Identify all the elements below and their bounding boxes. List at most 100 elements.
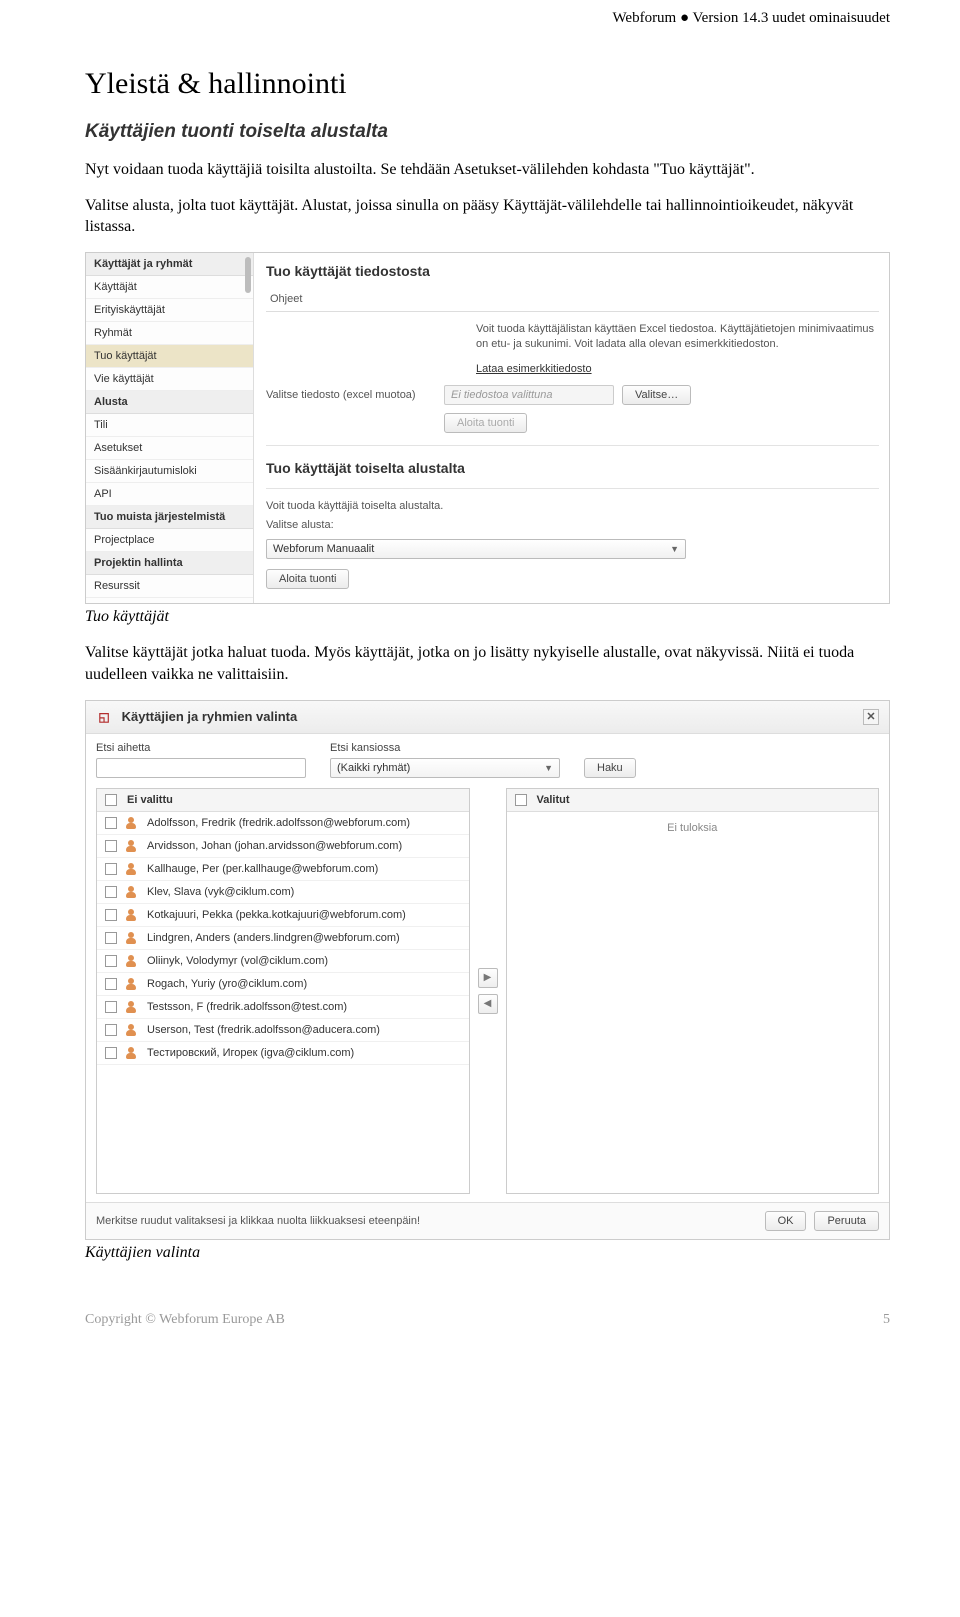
footer-hint: Merkitse ruudut valitaksesi ja klikkaa n… xyxy=(96,1215,420,1227)
user-icon xyxy=(125,862,139,876)
user-row[interactable]: Oliinyk, Volodymyr (vol@ciklum.com) xyxy=(97,950,469,973)
user-icon xyxy=(125,908,139,922)
caption-2: Käyttäjien valinta xyxy=(85,1244,890,1262)
user-row[interactable]: Rogach, Yuriy (yro@ciklum.com) xyxy=(97,973,469,996)
sidebar-item-groups[interactable]: Ryhmät xyxy=(86,322,253,345)
chevron-right-icon: ▶ xyxy=(484,972,492,983)
user-row[interactable]: Userson, Test (fredrik.adolfsson@aducera… xyxy=(97,1019,469,1042)
selected-header: Valitut xyxy=(537,794,570,806)
user-label: Userson, Test (fredrik.adolfsson@aducera… xyxy=(147,1024,380,1036)
help-text-file: Voit tuoda käyttäjälistan käyttäen Excel… xyxy=(476,322,879,353)
user-label: Arvidsson, Johan (johan.arvidsson@webfor… xyxy=(147,840,402,852)
close-icon: ✕ xyxy=(866,710,875,723)
sidebar: Käyttäjät ja ryhmät Käyttäjät Erityiskäy… xyxy=(86,253,254,604)
user-checkbox[interactable] xyxy=(105,932,117,944)
user-row[interactable]: Arvidsson, Johan (johan.arvidsson@webfor… xyxy=(97,835,469,858)
platform-select[interactable]: Webforum Manuaalit ▼ xyxy=(266,539,686,559)
section-title-file: Tuo käyttäjät tiedostosta xyxy=(266,259,879,287)
user-checkbox[interactable] xyxy=(105,886,117,898)
user-icon xyxy=(125,977,139,991)
user-label: Lindgren, Anders (anders.lindgren@webfor… xyxy=(147,932,400,944)
user-checkbox[interactable] xyxy=(105,1024,117,1036)
sidebar-item-export-users[interactable]: Vie käyttäjät xyxy=(86,368,253,391)
user-row[interactable]: Kallhauge, Per (per.kallhauge@webforum.c… xyxy=(97,858,469,881)
paragraph-1: Nyt voidaan tuoda käyttäjiä toisilta alu… xyxy=(85,159,890,181)
search-folder-select[interactable]: (Kaikki ryhmät) ▼ xyxy=(330,758,560,778)
move-right-button[interactable]: ▶ xyxy=(478,968,498,988)
user-icon xyxy=(125,816,139,830)
label-search-subject: Etsi aihetta xyxy=(96,742,306,754)
ok-button[interactable]: OK xyxy=(765,1211,807,1231)
help-text-platform-1: Voit tuoda käyttäjiä toiselta alustalta. xyxy=(266,499,879,514)
user-label: Adolfsson, Fredrik (fredrik.adolfsson@we… xyxy=(147,817,410,829)
user-checkbox[interactable] xyxy=(105,978,117,990)
select-all-unselected-checkbox[interactable] xyxy=(105,794,117,806)
start-import-file-button[interactable]: Aloita tuonti xyxy=(444,413,527,433)
tabbar: Ohjeet xyxy=(266,287,879,312)
search-folder-value: (Kaikki ryhmät) xyxy=(337,762,410,774)
heading-2: Käyttäjien tuonti toiselta alustalta xyxy=(85,121,890,143)
link-download-sample[interactable]: Lataa esimerkkitiedosto xyxy=(476,363,592,375)
user-row[interactable]: Testsson, F (fredrik.adolfsson@test.com) xyxy=(97,996,469,1019)
user-icon xyxy=(125,885,139,899)
sidebar-item-projectplace[interactable]: Projectplace xyxy=(86,529,253,552)
user-icon xyxy=(125,1023,139,1037)
sidebar-group-import-other: Tuo muista järjestelmistä xyxy=(86,506,253,529)
section-title-platform: Tuo käyttäjät toiselta alustalta xyxy=(266,456,879,484)
scrollbar-thumb[interactable] xyxy=(245,257,251,293)
user-checkbox[interactable] xyxy=(105,840,117,852)
sidebar-item-settings[interactable]: Asetukset xyxy=(86,437,253,460)
user-checkbox[interactable] xyxy=(105,909,117,921)
user-icon xyxy=(125,954,139,968)
main-pane: Tuo käyttäjät tiedostosta Ohjeet Voit tu… xyxy=(254,253,889,604)
select-all-selected-checkbox[interactable] xyxy=(515,794,527,806)
move-left-button[interactable]: ◀ xyxy=(478,994,498,1014)
user-row[interactable]: Тестировский, Игорек (igva@ciklum.com) xyxy=(97,1042,469,1065)
user-checkbox[interactable] xyxy=(105,1047,117,1059)
user-checkbox[interactable] xyxy=(105,863,117,875)
footer-left: Copyright © Webforum Europe AB xyxy=(85,1312,285,1328)
sidebar-group-users: Käyttäjät ja ryhmät xyxy=(86,253,253,276)
heading-1: Yleistä & hallinnointi xyxy=(85,67,890,101)
sidebar-item-resources[interactable]: Resurssit xyxy=(86,575,253,598)
user-label: Kotkajuuri, Pekka (pekka.kotkajuuri@webf… xyxy=(147,909,406,921)
user-checkbox[interactable] xyxy=(105,817,117,829)
start-import-platform-button[interactable]: Aloita tuonti xyxy=(266,569,349,589)
sidebar-item-users[interactable]: Käyttäjät xyxy=(86,276,253,299)
page-header-right: Webforum ● Version 14.3 uudet ominaisuud… xyxy=(85,10,890,27)
user-row[interactable]: Klev, Slava (vyk@ciklum.com) xyxy=(97,881,469,904)
paragraph-3: Valitse käyttäjät jotka haluat tuoda. My… xyxy=(85,642,890,685)
unselected-list: Ei valittu Adolfsson, Fredrik (fredrik.a… xyxy=(96,788,470,1194)
user-label: Oliinyk, Volodymyr (vol@ciklum.com) xyxy=(147,955,328,967)
close-button[interactable]: ✕ xyxy=(863,709,879,725)
sidebar-item-loginlog[interactable]: Sisäänkirjautumisloki xyxy=(86,460,253,483)
footer-page-number: 5 xyxy=(883,1312,890,1328)
user-icon xyxy=(125,839,139,853)
sidebar-item-account[interactable]: Tili xyxy=(86,414,253,437)
user-label: Testsson, F (fredrik.adolfsson@test.com) xyxy=(147,1001,347,1013)
dialog-title: Käyttäjien ja ryhmien valinta xyxy=(122,709,298,724)
user-row[interactable]: Adolfsson, Fredrik (fredrik.adolfsson@we… xyxy=(97,812,469,835)
user-checkbox[interactable] xyxy=(105,955,117,967)
user-icon xyxy=(125,931,139,945)
app-icon: ◱ xyxy=(96,709,112,725)
sidebar-item-import-users[interactable]: Tuo käyttäjät xyxy=(86,345,253,368)
user-row[interactable]: Kotkajuuri, Pekka (pekka.kotkajuuri@webf… xyxy=(97,904,469,927)
search-subject-input[interactable] xyxy=(96,758,306,778)
user-checkbox[interactable] xyxy=(105,1001,117,1013)
search-button[interactable]: Haku xyxy=(584,758,636,778)
selected-empty-text: Ei tuloksia xyxy=(507,812,879,844)
user-select-dialog: ◱ Käyttäjien ja ryhmien valinta ✕ Etsi a… xyxy=(85,700,890,1240)
user-icon xyxy=(125,1000,139,1014)
chevron-down-icon: ▼ xyxy=(670,544,679,554)
chevron-left-icon: ◀ xyxy=(484,998,492,1009)
chevron-down-icon: ▼ xyxy=(544,763,553,773)
tab-help[interactable]: Ohjeet xyxy=(266,287,316,311)
cancel-button[interactable]: Peruuta xyxy=(814,1211,879,1231)
user-row[interactable]: Lindgren, Anders (anders.lindgren@webfor… xyxy=(97,927,469,950)
sidebar-group-platform: Alusta xyxy=(86,391,253,414)
sidebar-item-api[interactable]: API xyxy=(86,483,253,506)
sidebar-item-specialusers[interactable]: Erityiskäyttäjät xyxy=(86,299,253,322)
user-icon xyxy=(125,1046,139,1060)
browse-button[interactable]: Valitse… xyxy=(622,385,691,405)
